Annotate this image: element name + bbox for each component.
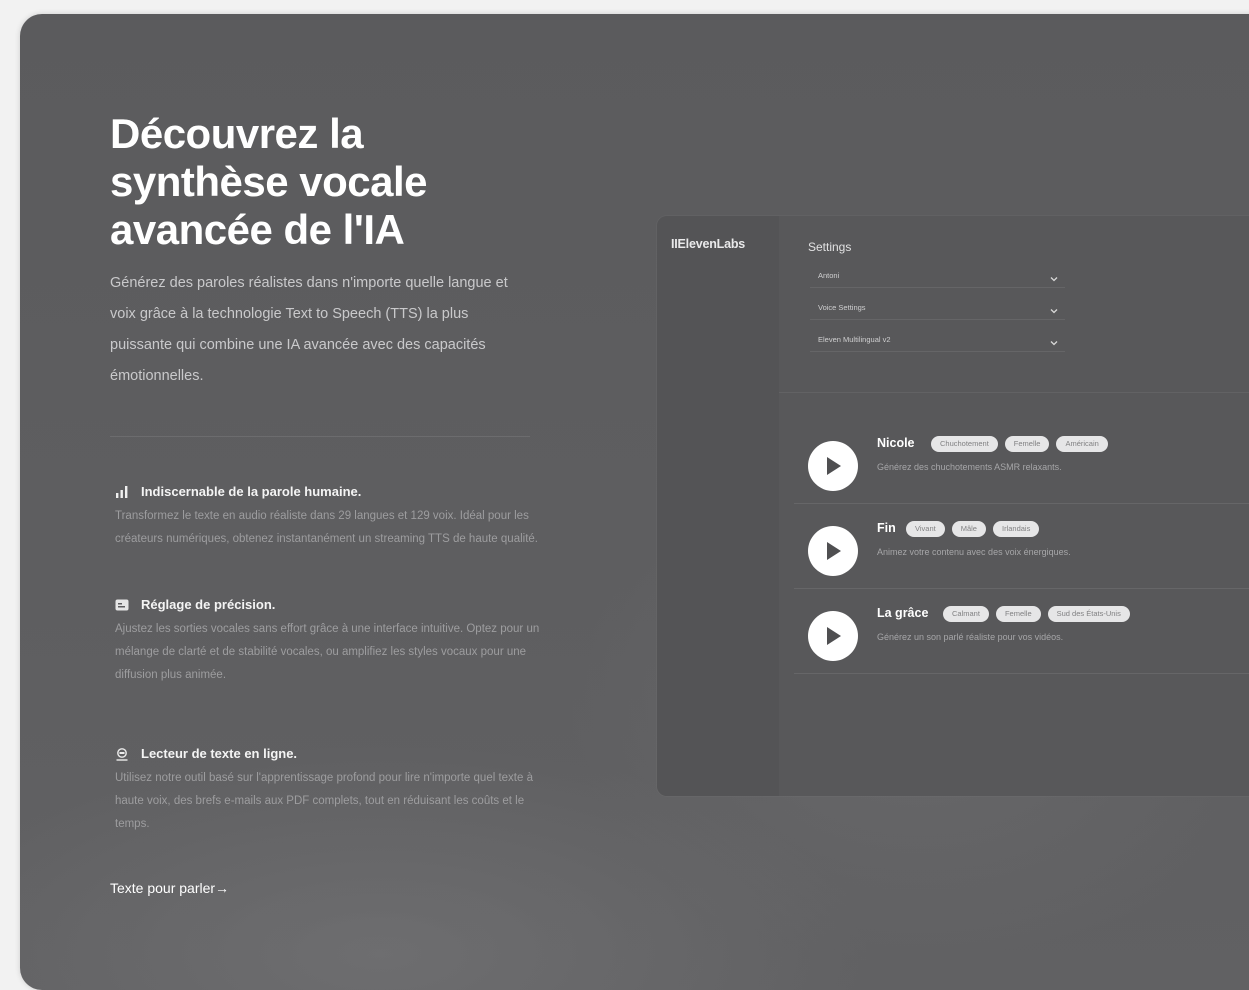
voice-select[interactable]: Antoni [810,264,1065,288]
voice-tag: Femelle [1004,436,1050,452]
dropdown-value: Eleven Multilingual v2 [818,335,891,344]
feature-title: Lecteur de texte en ligne. [141,746,298,761]
hero-title: Découvrez la synthèse vocale avancée de … [110,110,570,254]
hero-title-line: avancée de l'IA [110,206,405,253]
play-icon [827,457,841,475]
voice-name: La grâce [877,606,929,620]
feature-description: Ajustez les sorties vocales sans effort … [115,623,540,681]
model-select[interactable]: Eleven Multilingual v2 [810,328,1065,352]
voice-tag: Mâle [951,521,986,537]
section-divider [110,436,530,437]
voice-row: La grâce Calmant Femelle Sud des États-U… [794,589,1249,674]
voice-description: Générez un son parlé réaliste pour vos v… [877,632,1064,642]
settings-panel-icon [115,598,129,612]
voice-tag: Américain [1056,436,1108,452]
voice-description: Générez des chuchotements ASMR relaxants… [877,462,1062,472]
voice-row: Fin Vivant Mâle Irlandais Animez votre c… [794,504,1249,589]
play-icon [827,542,841,560]
feature-title: Indiscernable de la parole humaine. [141,484,362,499]
hero-description: Générez des paroles réalistes dans n'imp… [110,275,508,384]
feature-description: Utilisez notre outil basé sur l'apprenti… [115,772,533,830]
reader-icon [115,747,129,761]
feature-title: Réglage de précision. [141,597,276,612]
feature-description: Transformez le texte en audio réaliste d… [115,510,538,545]
play-button[interactable] [808,526,858,576]
play-icon [827,627,841,645]
voice-tag: Sud des États-Unis [1047,606,1130,622]
app-preview: IIElevenLabs Settings Antoni Voice Setti… [657,216,1249,796]
voice-settings-select[interactable]: Voice Settings [810,296,1065,320]
voice-tag: Irlandais [992,521,1040,537]
chevron-down-icon [1049,303,1059,313]
voice-description: Animez votre contenu avec des voix énerg… [877,547,1071,557]
voice-tag: Chuchotement [931,436,998,452]
voice-name: Fin [877,521,896,535]
settings-divider [779,392,1249,393]
voice-tags: Vivant Mâle Irlandais [906,521,1040,537]
text-to-speech-link[interactable]: Texte pour parler→ [110,880,229,896]
app-sidebar: IIElevenLabs [657,216,779,796]
voice-row: Nicole Chuchotement Femelle Américain Gé… [794,419,1249,504]
hero-title-line: synthèse vocale [110,158,428,205]
play-button[interactable] [808,441,858,491]
brand-logo: IIElevenLabs [671,237,746,251]
voice-tag: Calmant [943,606,989,622]
signal-bars-icon [115,485,129,499]
voice-tags: Chuchotement Femelle Américain [931,436,1108,452]
voice-tags: Calmant Femelle Sud des États-Unis [943,606,1130,622]
dropdown-value: Voice Settings [818,303,866,312]
voice-tag: Femelle [995,606,1041,622]
settings-title: Settings [808,240,852,254]
feature-item: Réglage de précision. Ajustez les sortie… [115,597,545,687]
chevron-down-icon [1049,271,1059,281]
feature-item: Lecteur de texte en ligne. Utilisez notr… [115,746,545,836]
play-button[interactable] [808,611,858,661]
feature-item: Indiscernable de la parole humaine. Tran… [115,484,545,551]
voice-name: Nicole [877,436,915,450]
hero-title-line: Découvrez la [110,110,364,157]
dropdown-value: Antoni [818,271,840,280]
hero-panel: Découvrez la synthèse vocale avancée de … [20,14,1249,990]
voice-tag: Vivant [906,521,945,537]
chevron-down-icon [1049,335,1059,345]
